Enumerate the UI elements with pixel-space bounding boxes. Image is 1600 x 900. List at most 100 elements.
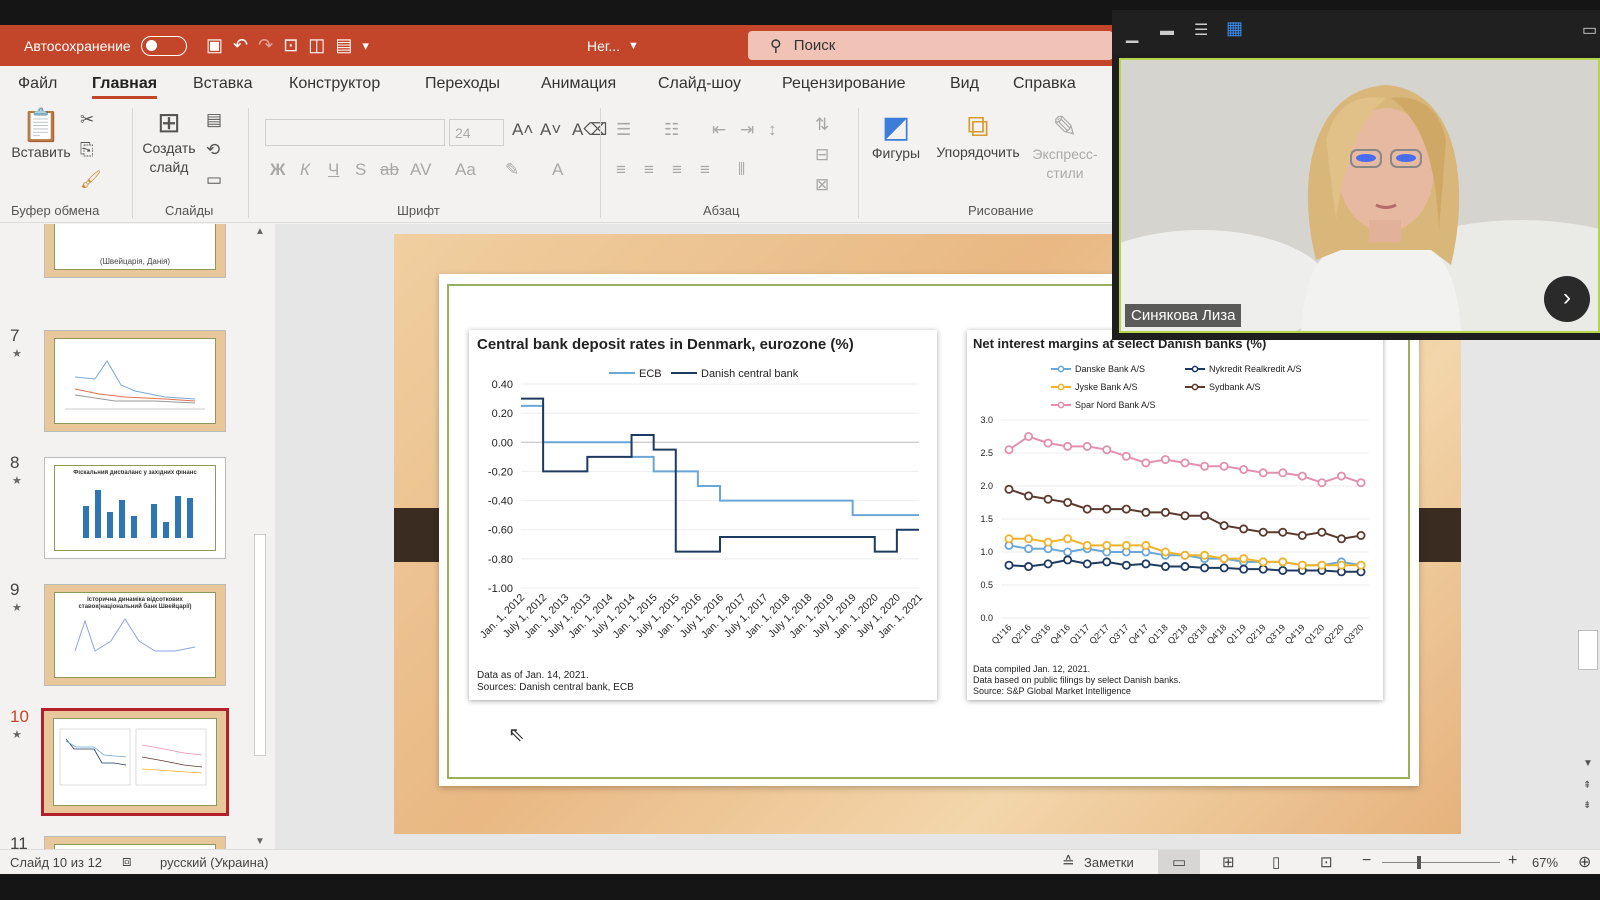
slide-thumbnail-7[interactable] — [44, 330, 226, 432]
tab-file[interactable]: Файл — [18, 75, 57, 93]
chart-interest-margins[interactable]: Net interest margins at select Danish ba… — [967, 330, 1383, 700]
group-slides: Слайды — [165, 203, 214, 218]
scroll-up-icon[interactable]: ▲ — [255, 226, 265, 237]
paste-button[interactable]: 📋 Вставить — [10, 106, 72, 160]
notes-icon[interactable]: ≙ — [1062, 853, 1075, 871]
autosave-toggle[interactable] — [140, 35, 187, 56]
legend-label: Danske Bank A/S — [1075, 364, 1145, 374]
zoom-slider[interactable] — [1382, 862, 1500, 863]
section-icon[interactable]: ▭ — [206, 170, 222, 190]
italic-icon[interactable]: К — [300, 160, 310, 180]
slide-thumbnail-11[interactable] — [44, 836, 226, 849]
zoom-slider-thumb[interactable] — [1417, 856, 1421, 869]
exit-fullscreen-icon[interactable]: ▭ — [1582, 20, 1597, 40]
reading-view-icon[interactable]: ▯ — [1272, 853, 1280, 871]
cut-icon[interactable]: ✂ — [80, 110, 94, 130]
slide-sorter-icon[interactable]: ⊞ — [1222, 853, 1235, 871]
slide-thumbnail-8[interactable]: Фіскальний дисбаланс у західних фінанс — [44, 457, 226, 559]
font-color-icon[interactable]: A — [552, 160, 563, 180]
format-painter-icon[interactable]: 🖌 — [80, 170, 102, 190]
tab-view[interactable]: Вид — [950, 75, 979, 93]
undo-icon[interactable]: ↶ — [233, 35, 248, 56]
layout-icon[interactable]: ▤ — [206, 110, 222, 130]
zoom-out-icon[interactable]: − — [1362, 852, 1371, 870]
copy-icon[interactable]: ⎘ — [80, 140, 94, 160]
clear-format-icon[interactable]: A⌫ — [572, 120, 607, 140]
spacing-icon[interactable]: AV — [410, 160, 431, 180]
slideshow-view-icon[interactable]: ⊡ — [1320, 853, 1333, 871]
quick-styles-button[interactable]: ✎ Экспресс-стили — [1030, 110, 1100, 183]
layout-icon[interactable]: ◫ — [308, 35, 325, 56]
highlight-icon[interactable]: ✎ — [505, 160, 519, 180]
bullets-icon[interactable]: ☰ — [616, 120, 631, 140]
font-size-select[interactable]: 24 — [449, 119, 504, 146]
change-case-icon[interactable]: Aa — [455, 160, 476, 180]
font-name-select[interactable] — [265, 119, 445, 146]
present-icon[interactable]: ⊡ — [283, 35, 298, 56]
autosave-group: Автосохранение — [24, 25, 187, 66]
clipboard-icon: 📋 — [21, 107, 61, 143]
smartart-icon[interactable]: ⊠ — [815, 175, 829, 195]
tab-animations[interactable]: Анимация — [541, 75, 616, 93]
strikethrough-icon[interactable]: ab — [380, 160, 399, 180]
align-right-icon[interactable]: ≡ — [672, 160, 682, 180]
status-bar: Слайд 10 из 12 ⧈ русский (Украина) ≙ Зам… — [0, 849, 1600, 874]
editor-scrollbar-thumb[interactable] — [1578, 630, 1598, 670]
zoom-in-icon[interactable]: + — [1508, 852, 1517, 870]
shadow-icon[interactable]: S — [355, 160, 366, 180]
tab-insert[interactable]: Вставка — [193, 75, 252, 93]
tab-home[interactable]: Главная — [92, 75, 158, 99]
tab-review[interactable]: Рецензирование — [782, 75, 906, 93]
scroll-down-icon[interactable]: ▼ — [255, 836, 265, 847]
thumbnail-view-icon[interactable]: ▬ — [1160, 22, 1174, 38]
numbering-icon[interactable]: ☷ — [664, 120, 679, 140]
language-indicator[interactable]: русский (Украина) — [160, 855, 268, 870]
scrollbar-thumb[interactable] — [254, 534, 266, 756]
scroll-down-icon[interactable]: ▼ — [1583, 758, 1593, 769]
minimize-icon[interactable]: ▁ — [1126, 24, 1138, 44]
gallery-view-icon[interactable]: ▦ — [1226, 18, 1243, 39]
x-tick-label: Q4'17 — [1126, 622, 1150, 646]
slide-thumbnail-10-selected[interactable] — [41, 708, 229, 816]
speaker-view-icon[interactable]: ☰ — [1194, 20, 1208, 40]
decrease-indent-icon[interactable]: ⇤ — [712, 120, 726, 140]
tab-help[interactable]: Справка — [1013, 75, 1076, 93]
accessibility-icon[interactable]: ⧈ — [122, 853, 132, 870]
columns-icon[interactable]: ⫴ — [738, 160, 745, 180]
justify-icon[interactable]: ≡ — [700, 160, 710, 180]
chart-deposit-rates[interactable]: Central bank deposit rates in Denmark, e… — [469, 330, 937, 700]
align-text-icon[interactable]: ⊟ — [815, 145, 829, 165]
shapes-button[interactable]: ◩ Фигуры — [868, 110, 924, 161]
file-name-dropdown[interactable]: Нег... ▼ — [587, 25, 639, 66]
slides-scrollbar[interactable]: ▲ ▼ — [250, 224, 270, 849]
zoom-level[interactable]: 67% — [1532, 855, 1558, 870]
previous-slide-icon[interactable]: ⇞ — [1583, 780, 1591, 791]
redo-icon[interactable]: ↷ — [258, 35, 273, 56]
increase-font-icon[interactable]: A˄ — [512, 120, 533, 140]
new-slide-button[interactable]: ⊞ Создать слайд — [140, 106, 198, 177]
slide-thumbnail-9[interactable]: Історична динаміка відсоткових ставок(на… — [44, 584, 226, 686]
arrange-button[interactable]: ⧉ Упорядочить — [932, 110, 1024, 160]
slide-thumbnail-6[interactable]: (Швейцарія, Данія) — [44, 224, 226, 278]
text-direction-icon[interactable]: ⇅ — [815, 115, 829, 135]
underline-icon[interactable]: Ч — [328, 160, 339, 180]
save-icon[interactable]: ▣ — [206, 35, 223, 56]
reset-icon[interactable]: ⟲ — [206, 140, 220, 160]
tab-slideshow[interactable]: Слайд-шоу — [658, 75, 741, 93]
align-center-icon[interactable]: ≡ — [644, 160, 654, 180]
search-box[interactable]: ⚲ Поиск — [748, 31, 1113, 60]
next-slide-icon[interactable]: ⇟ — [1583, 800, 1591, 811]
tab-transitions[interactable]: Переходы — [425, 75, 500, 93]
customize-toolbar-icon[interactable]: ▾ — [362, 38, 369, 54]
align-left-icon[interactable]: ≡ — [616, 160, 626, 180]
increase-indent-icon[interactable]: ⇥ — [740, 120, 754, 140]
bold-icon[interactable]: Ж — [270, 160, 285, 180]
decrease-font-icon[interactable]: A˅ — [540, 120, 561, 140]
next-participant-button[interactable]: › — [1544, 276, 1590, 322]
fit-to-window-icon[interactable]: ⊕ — [1578, 852, 1591, 872]
table-icon[interactable]: ▤ — [335, 35, 352, 56]
data-point — [1121, 540, 1131, 550]
line-spacing-icon[interactable]: ↕ — [768, 120, 777, 140]
notes-button[interactable]: Заметки — [1084, 855, 1134, 870]
tab-design[interactable]: Конструктор — [289, 75, 380, 93]
